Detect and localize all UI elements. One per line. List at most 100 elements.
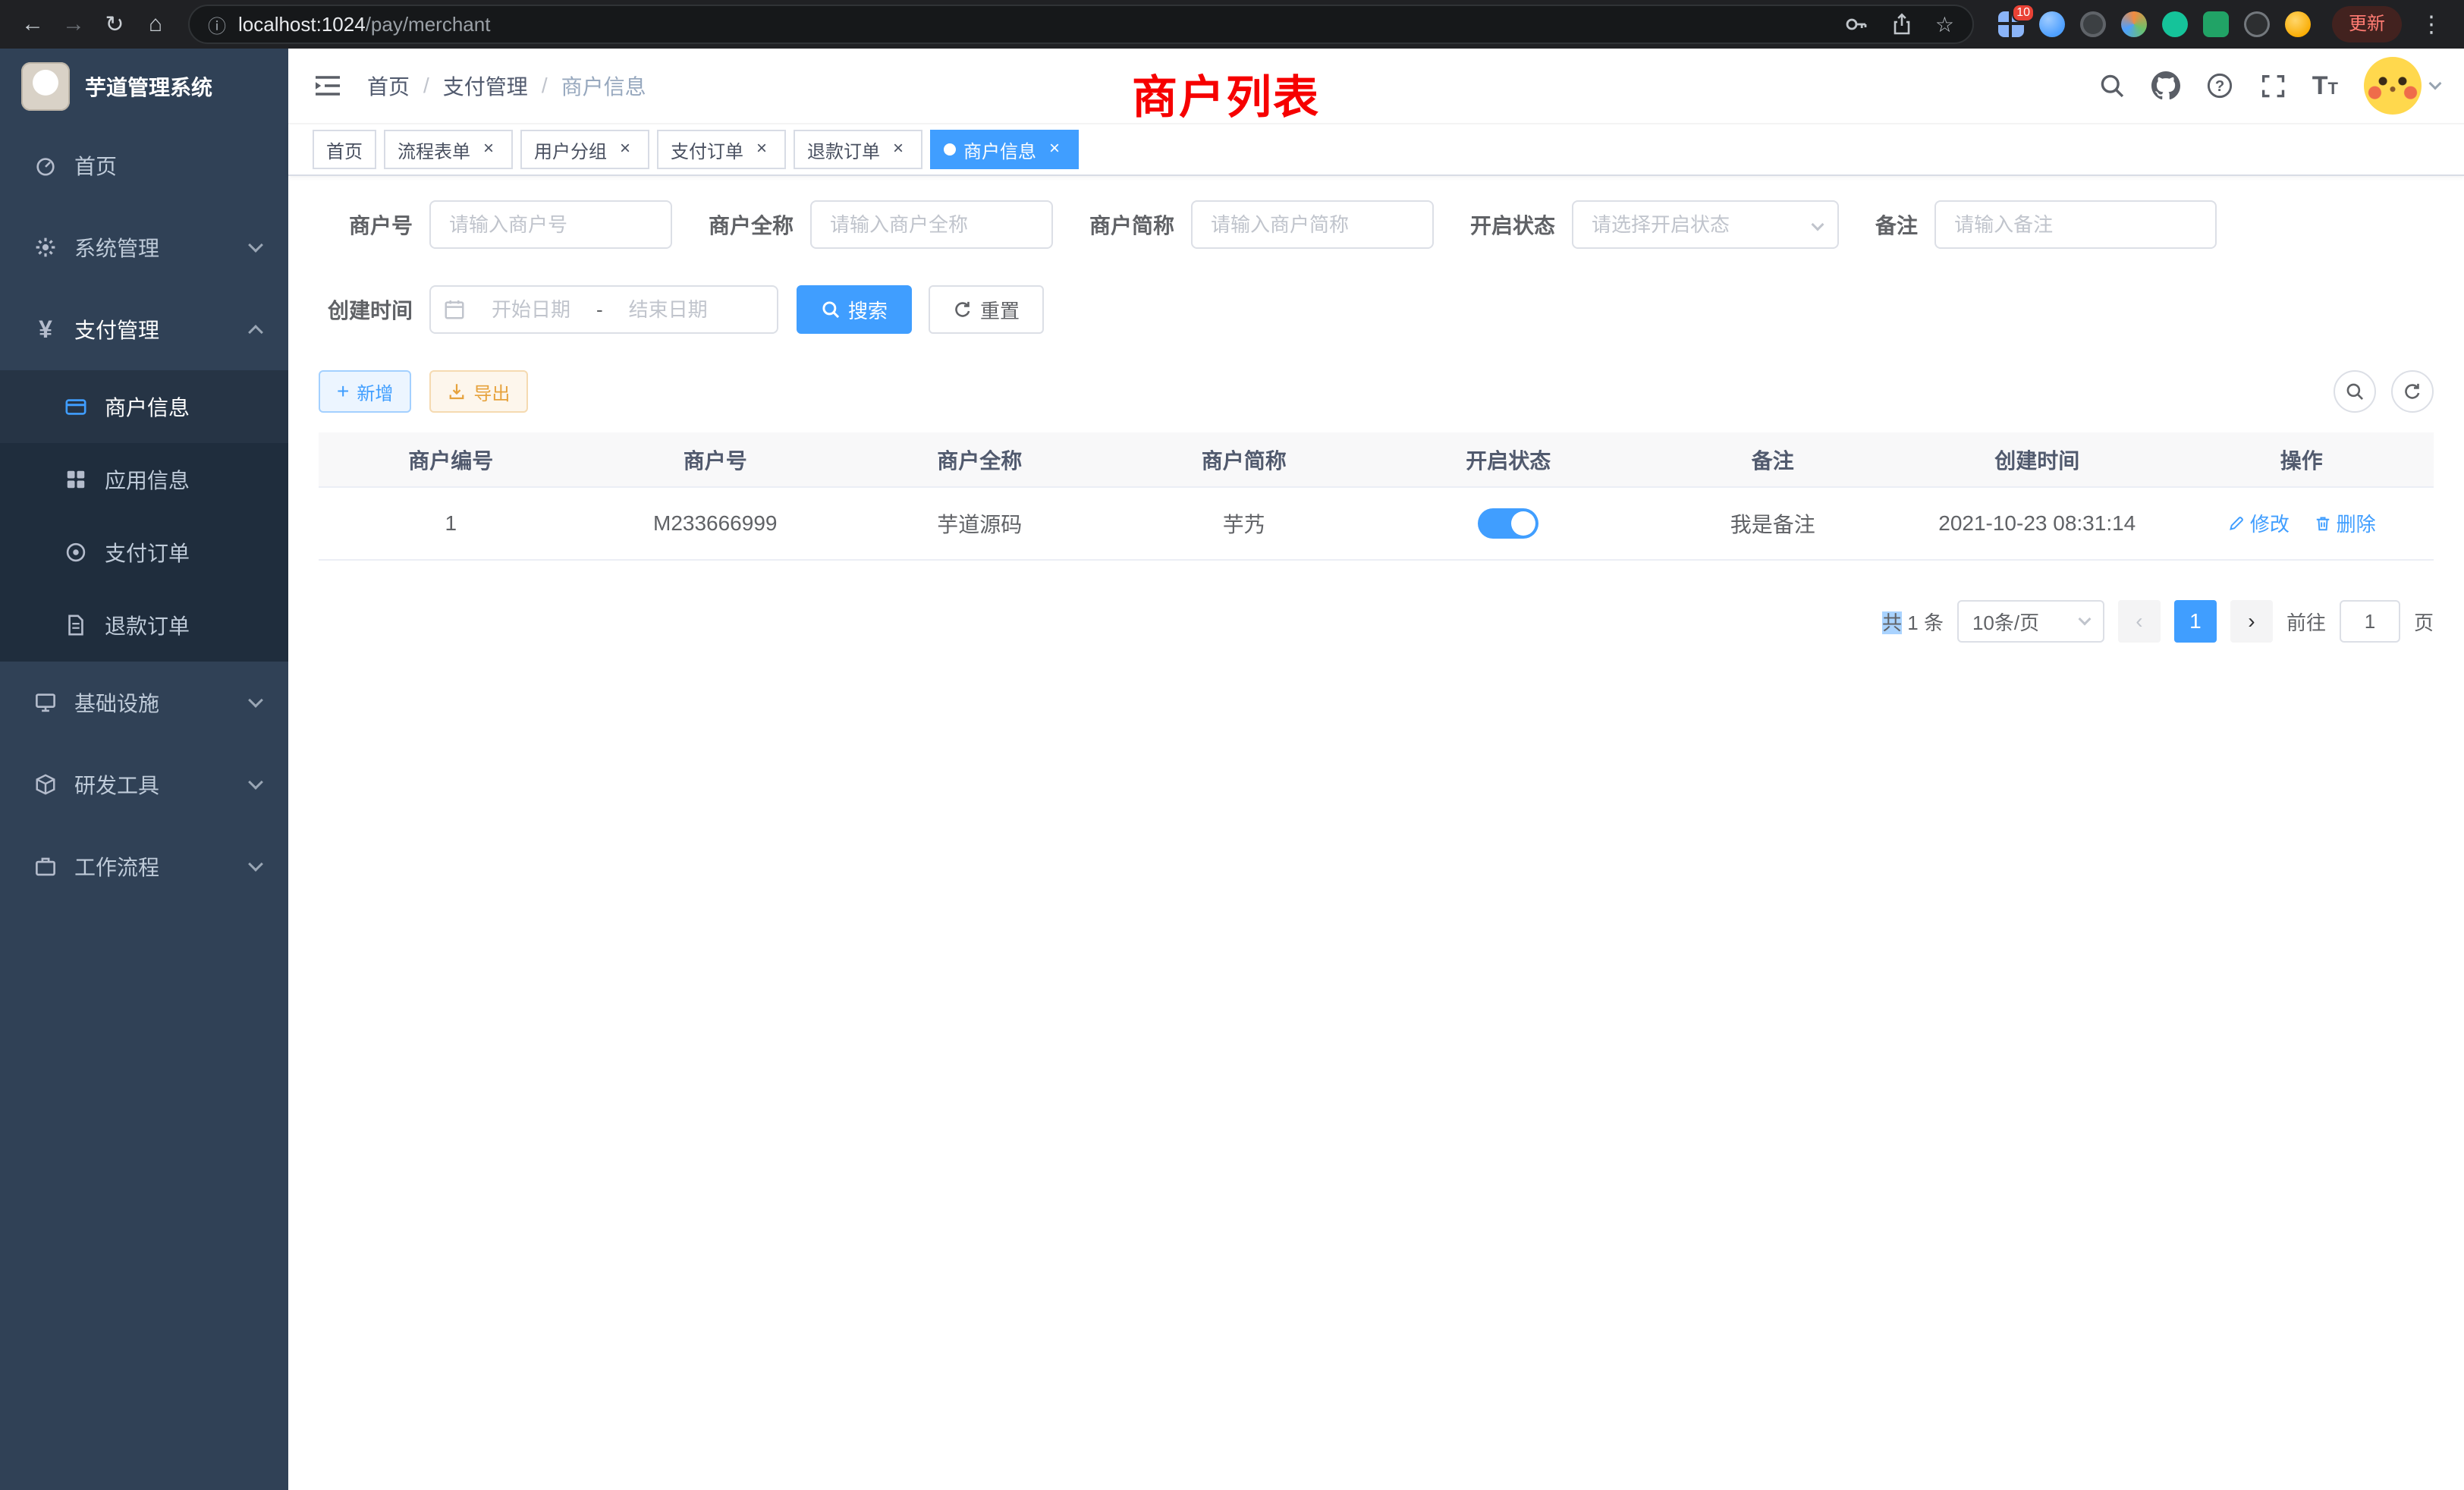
home-icon[interactable]: ⌂ bbox=[135, 4, 176, 45]
sidebar-item-app-info[interactable]: 应用信息 bbox=[0, 443, 288, 516]
date-start-input[interactable] bbox=[472, 298, 590, 322]
extension-grid-icon[interactable]: 10 bbox=[1998, 11, 2024, 37]
close-icon[interactable]: × bbox=[478, 139, 499, 160]
search-button-label: 搜索 bbox=[848, 296, 888, 324]
sidebar-item-infrastructure[interactable]: 基础设施 bbox=[0, 662, 288, 743]
status-toggle[interactable] bbox=[1478, 508, 1538, 539]
extension-dark-icon[interactable] bbox=[2080, 11, 2106, 37]
app-logo[interactable]: 芋道管理系统 bbox=[0, 49, 288, 124]
screen: ← → ↻ ⌂ ⓘ localhost:1024/pay/merchant ☆ … bbox=[0, 0, 2464, 1490]
extension-green-icon[interactable] bbox=[2162, 11, 2188, 37]
status-select-input[interactable] bbox=[1572, 200, 1839, 249]
bookmark-star-icon[interactable]: ☆ bbox=[1935, 12, 1954, 37]
sidebar-item-label: 工作流程 bbox=[74, 851, 159, 882]
sidebar-item-pay-order[interactable]: 支付订单 bbox=[0, 516, 288, 589]
remark-input[interactable] bbox=[1934, 200, 2217, 249]
col-create-time: 创建时间 bbox=[1905, 432, 2170, 487]
tab-home[interactable]: 首页 bbox=[313, 130, 376, 169]
extension-face-icon[interactable] bbox=[2285, 11, 2311, 37]
date-range-picker[interactable]: - bbox=[429, 285, 778, 334]
fullscreen-icon[interactable] bbox=[2259, 72, 2286, 99]
sidebar-item-refund-order[interactable]: 退款订单 bbox=[0, 589, 288, 662]
sidebar-item-home[interactable]: 首页 bbox=[0, 124, 288, 206]
tab-pay-order[interactable]: 支付订单× bbox=[657, 130, 786, 169]
chevron-up-icon bbox=[248, 325, 263, 340]
chevron-down-icon bbox=[248, 775, 263, 790]
navbar-actions: ? TT bbox=[2098, 57, 2440, 115]
edit-link[interactable]: 修改 bbox=[2227, 509, 2290, 537]
forward-icon[interactable]: → bbox=[53, 4, 94, 45]
table-row: 1 M233666999 芋道源码 芋艿 我是备注 2021-10-23 08:… bbox=[319, 487, 2434, 560]
refresh-button[interactable] bbox=[2391, 370, 2434, 413]
extension-book-icon[interactable] bbox=[2203, 11, 2229, 37]
share-icon[interactable] bbox=[1890, 12, 1914, 36]
extension-drop-icon[interactable] bbox=[2039, 11, 2065, 37]
status-label: 开启状态 bbox=[1470, 209, 1555, 240]
status-select[interactable] bbox=[1572, 200, 1839, 249]
help-icon[interactable]: ? bbox=[2206, 72, 2233, 99]
extension-avatar-icon[interactable] bbox=[2121, 11, 2147, 37]
short-name-input[interactable] bbox=[1191, 200, 1434, 249]
page-size-select[interactable]: 10条/页 bbox=[1957, 600, 2104, 643]
close-icon[interactable]: × bbox=[1044, 139, 1065, 160]
sidebar-item-workflow[interactable]: 工作流程 bbox=[0, 825, 288, 907]
next-page-button[interactable]: › bbox=[2230, 600, 2273, 643]
close-icon[interactable]: × bbox=[751, 139, 772, 160]
create-time-label: 创建时间 bbox=[319, 294, 413, 325]
full-name-label: 商户全称 bbox=[709, 209, 794, 240]
cell-operation: 修改 删除 bbox=[2170, 487, 2434, 560]
back-icon[interactable]: ← bbox=[12, 4, 53, 45]
sidebar-item-payment[interactable]: ¥ 支付管理 bbox=[0, 288, 288, 370]
briefcase-icon bbox=[33, 854, 58, 879]
reset-button[interactable]: 重置 bbox=[929, 285, 1044, 334]
sidebar-item-label: 首页 bbox=[74, 150, 117, 181]
add-button[interactable]: + 新增 bbox=[319, 370, 411, 413]
prev-page-button[interactable]: ‹ bbox=[2118, 600, 2161, 643]
toggle-search-button[interactable] bbox=[2334, 370, 2376, 413]
page-1-button[interactable]: 1 bbox=[2174, 600, 2217, 643]
tab-process-form[interactable]: 流程表单× bbox=[384, 130, 513, 169]
annotation-merchant-list: 商户列表 bbox=[1132, 61, 1320, 127]
sidebar-item-system[interactable]: 系统管理 bbox=[0, 206, 288, 288]
reload-icon[interactable]: ↻ bbox=[94, 4, 135, 45]
site-info-icon[interactable]: ⓘ bbox=[208, 11, 226, 38]
github-icon[interactable] bbox=[2151, 71, 2180, 100]
delete-link[interactable]: 删除 bbox=[2314, 509, 2376, 537]
breadcrumb-section[interactable]: 支付管理 bbox=[443, 71, 528, 101]
browser-menu-dots-icon[interactable]: ⋮ bbox=[2411, 4, 2452, 45]
search-button[interactable]: 搜索 bbox=[797, 285, 912, 334]
export-button[interactable]: 导出 bbox=[429, 370, 528, 413]
user-menu[interactable] bbox=[2364, 57, 2440, 115]
full-name-input[interactable] bbox=[810, 200, 1053, 249]
date-separator: - bbox=[596, 298, 603, 322]
close-icon[interactable]: × bbox=[614, 139, 636, 160]
sidebar-toggle-icon[interactable] bbox=[313, 71, 343, 101]
tab-merchant-info[interactable]: 商户信息× bbox=[930, 130, 1079, 169]
font-size-icon[interactable]: TT bbox=[2312, 73, 2338, 99]
address-bar[interactable]: ⓘ localhost:1024/pay/merchant ☆ bbox=[188, 5, 1974, 44]
reset-button-label: 重置 bbox=[980, 296, 1020, 324]
date-end-input[interactable] bbox=[609, 298, 728, 322]
breadcrumb-home[interactable]: 首页 bbox=[367, 71, 410, 101]
password-key-icon[interactable] bbox=[1844, 12, 1868, 36]
goto-page-input[interactable] bbox=[2340, 600, 2400, 643]
top-navbar: 首页 / 支付管理 / 商户信息 商户列表 ? TT bbox=[288, 49, 2464, 124]
breadcrumb-separator: / bbox=[542, 74, 548, 98]
merchant-no-input[interactable] bbox=[429, 200, 672, 249]
browser-update-button[interactable]: 更新 bbox=[2332, 6, 2402, 42]
sidebar-item-merchant-info[interactable]: 商户信息 bbox=[0, 370, 288, 443]
breadcrumb-separator: / bbox=[423, 74, 429, 98]
cell-status bbox=[1376, 487, 1641, 560]
tab-refund-order[interactable]: 退款订单× bbox=[794, 130, 922, 169]
avatar[interactable] bbox=[2364, 57, 2422, 115]
tab-user-group[interactable]: 用户分组× bbox=[520, 130, 649, 169]
search-icon[interactable] bbox=[2098, 72, 2126, 99]
col-operation: 操作 bbox=[2170, 432, 2434, 487]
cell-full-name: 芋道源码 bbox=[847, 487, 1112, 560]
extension-pin-icon[interactable] bbox=[2244, 11, 2270, 37]
close-icon[interactable]: × bbox=[888, 139, 909, 160]
card-icon bbox=[64, 395, 88, 419]
target-icon bbox=[64, 540, 88, 564]
merchant-table: 商户编号 商户号 商户全称 商户简称 开启状态 备注 创建时间 操作 1 bbox=[319, 432, 2434, 561]
sidebar-item-devtools[interactable]: 研发工具 bbox=[0, 743, 288, 825]
